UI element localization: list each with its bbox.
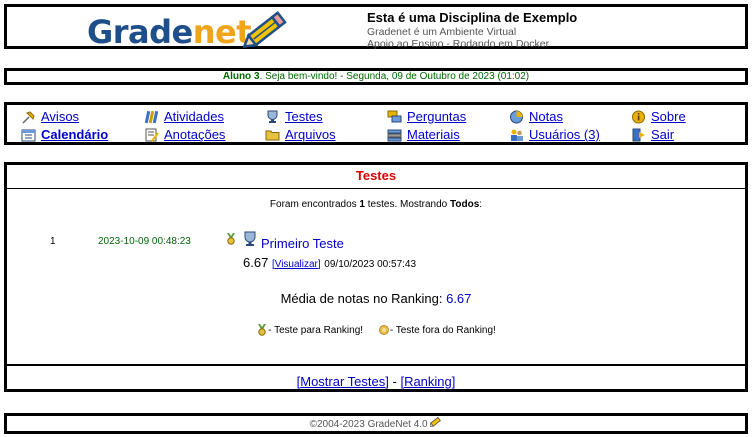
calendar-icon: [21, 129, 36, 141]
menu-item-anotacoes[interactable]: Anotações: [144, 127, 225, 142]
trophy-icon[interactable]: [242, 231, 258, 247]
ranking-link[interactable]: Ranking: [404, 374, 452, 389]
course-subtitle: Gradenet é um Ambiente Virtual: [367, 26, 517, 38]
bottom-links: [Mostrar Testes] - [Ranking]: [296, 374, 456, 389]
welcome-message: . Seja bem-vindo! - Segunda, 09 de Outub…: [259, 71, 530, 82]
menu-item-avisos[interactable]: Avisos: [21, 109, 79, 124]
menu-item-arquivos[interactable]: Arquivos: [265, 127, 336, 142]
exit-icon: [632, 128, 645, 141]
results-summary: Foram encontrados 1 testes. Mostrando To…: [269, 199, 483, 210]
chat-icon: [387, 110, 402, 122]
menu-item-atividades[interactable]: Atividades: [144, 109, 224, 124]
header-box: Gradenet Esta é uma Disciplina de Exempl…: [4, 4, 748, 51]
books-icon: [144, 110, 159, 123]
legend: - Teste para Ranking! - Teste fora do Ra…: [7, 324, 745, 339]
welcome-bar: Aluno 3. Seja bem-vindo! - Segunda, 09 d…: [4, 68, 748, 85]
menu-item-perguntas[interactable]: Perguntas: [387, 109, 466, 124]
menu-item-sair[interactable]: Sair: [631, 127, 674, 142]
info-icon: [632, 110, 645, 123]
show-tests-link[interactable]: Mostrar Testes: [300, 374, 385, 389]
divider: [7, 364, 745, 366]
footer: ©2004-2023 GradeNet 4.0: [4, 413, 748, 434]
view-link[interactable]: Visualizar: [275, 259, 318, 270]
test-title-link[interactable]: Primeiro Teste: [261, 236, 344, 251]
stack-icon: [387, 129, 402, 141]
test-number: 1: [50, 236, 56, 247]
users-icon: [511, 129, 523, 141]
course-title: Esta é uma Disciplina de Exemplo: [367, 10, 578, 25]
menu-item-sobre[interactable]: Sobre: [631, 109, 686, 124]
panel-title: Testes: [355, 168, 397, 183]
course-subtitle-2: Apoio ao Ensino - Rodando em Docker: [367, 38, 550, 50]
test-score: 6.67: [243, 255, 269, 270]
menu-item-calendario[interactable]: Calendário: [21, 127, 108, 142]
legend-off-text: - Teste fora do Ranking!: [389, 324, 496, 336]
tests-panel: Testes Foram encontrados 1 testes. Mostr…: [4, 162, 748, 392]
menu-item-notas[interactable]: Notas: [509, 109, 563, 124]
gradenet-logo[interactable]: Gradenet: [87, 11, 287, 51]
pie-chart-icon: [510, 110, 523, 123]
off-ranking-medal-icon: [378, 325, 389, 335]
copyright-text: ©2004-2023 GradeNet 4.0: [309, 419, 428, 430]
pencil-icon: [243, 11, 287, 48]
pencil-icon: [429, 416, 442, 427]
trophy-icon: [267, 110, 278, 123]
ranking-medal-icon: [258, 324, 267, 336]
test-score-line: 6.67 [Visualizar] 09/10/2023 00:57:43: [243, 255, 417, 270]
ranking-medal-icon: [227, 233, 235, 245]
test-date: 2023-10-09 00:48:23: [98, 236, 191, 247]
notes-icon: [145, 128, 159, 142]
average-value: 6.67: [446, 291, 472, 306]
legend-ranking-text: - Teste para Ranking!: [268, 324, 364, 336]
folder-icon: [265, 130, 280, 140]
menu-item-materiais[interactable]: Materiais: [387, 127, 460, 142]
ranking-average: Média de notas no Ranking: 6.67: [280, 291, 472, 306]
divider: [7, 188, 745, 189]
main-menu: Avisos Atividades Testes Perguntas Notas…: [4, 102, 748, 145]
pin-icon: [22, 110, 35, 124]
user-name: Aluno 3: [222, 71, 260, 82]
menu-item-testes[interactable]: Testes: [265, 109, 323, 124]
submission-time: 09/10/2023 00:57:43: [324, 259, 417, 270]
menu-item-usuarios[interactable]: Usuários (3): [509, 127, 600, 142]
